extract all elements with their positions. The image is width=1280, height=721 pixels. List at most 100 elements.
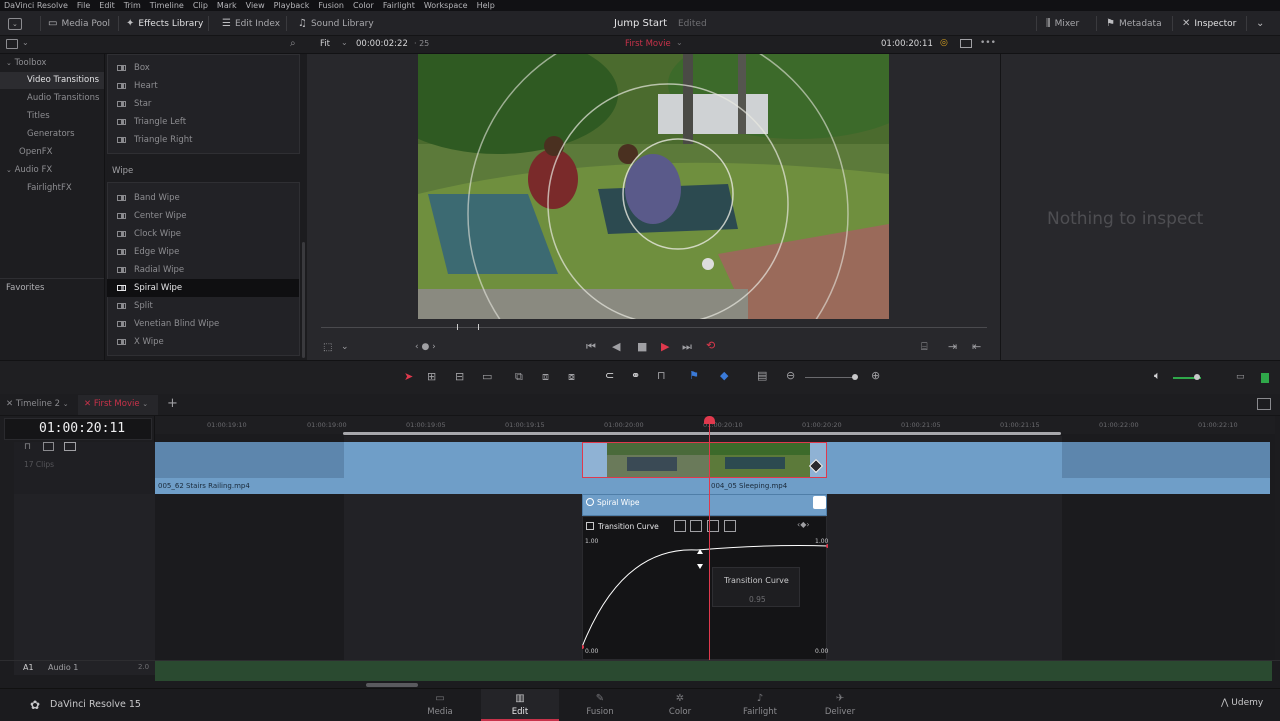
scrub-playhead[interactable]	[457, 324, 479, 330]
zoom-detail-icon[interactable]: ▤	[757, 370, 767, 382]
tree-audio-transitions[interactable]: Audio Transitions	[27, 93, 99, 103]
menu-edit[interactable]: Edit	[99, 1, 115, 10]
menu-file[interactable]: File	[77, 1, 90, 10]
loop-icon[interactable]: ⟲	[706, 340, 715, 352]
inspector-button[interactable]: ✕ Inspector	[1182, 11, 1236, 36]
blade-tool-icon[interactable]: ▭	[482, 371, 492, 383]
chevron-down-icon[interactable]: ⌄	[341, 38, 348, 47]
page-fairlight[interactable]: ♪ Fairlight	[721, 689, 799, 721]
page-deliver[interactable]: ✈ Deliver	[801, 689, 879, 721]
next-edit-icon[interactable]: ⇥	[948, 341, 957, 353]
timeline-name[interactable]: First Movie	[625, 39, 671, 49]
fx-item-triangle-left[interactable]: Triangle Left	[107, 113, 299, 131]
menu-timeline[interactable]: Timeline	[150, 1, 184, 10]
toolbar-options-button[interactable]: ⌄	[1256, 11, 1264, 36]
tree-video-transitions[interactable]: Video Transitions	[27, 75, 99, 85]
jump-start-icon[interactable]: ⏮	[586, 341, 596, 353]
fx-item-band-wipe[interactable]: Band Wipe	[107, 189, 299, 207]
zoom-out-icon[interactable]: ⊖	[786, 370, 795, 382]
more-options-icon[interactable]: •••	[980, 38, 996, 48]
fx-item-heart[interactable]: Heart	[107, 77, 299, 95]
chevron-down-icon[interactable]: ⌄	[341, 341, 349, 353]
flag-icon[interactable]: ⚑	[689, 370, 699, 382]
transition-toggle-icon[interactable]	[586, 498, 594, 506]
selection-tool-icon[interactable]: ➤	[404, 371, 413, 383]
horizontal-scrollbar[interactable]	[366, 683, 418, 687]
menu-workspace[interactable]: Workspace	[424, 1, 468, 10]
edit-index-button[interactable]: ☰ Edit Index	[222, 11, 280, 36]
fx-item-center-wipe[interactable]: Center Wipe	[107, 207, 299, 225]
panel-view-icon[interactable]	[6, 39, 18, 49]
lock-icon[interactable]: ⊓	[657, 370, 666, 382]
media-pool-button[interactable]: ▭ Media Pool	[48, 11, 110, 36]
volume-handle[interactable]	[1194, 374, 1200, 380]
metadata-button[interactable]: ⚑ Metadata	[1106, 11, 1162, 36]
fx-item-split[interactable]: Split	[107, 297, 299, 315]
auto-select-icon[interactable]	[43, 442, 54, 451]
clip-1-name[interactable]: 005_62 Stairs Railing.mp4	[158, 482, 250, 490]
menu-help[interactable]: Help	[477, 1, 495, 10]
fx-item-triangle-right[interactable]: Triangle Right	[107, 131, 299, 149]
link-icon[interactable]: ⚭	[631, 370, 640, 382]
page-media[interactable]: ▭ Media	[401, 689, 479, 721]
effects-scrollbar[interactable]	[302, 242, 305, 358]
page-fusion[interactable]: ✎ Fusion	[561, 689, 639, 721]
menu-mark[interactable]: Mark	[217, 1, 237, 10]
chevron-down-icon[interactable]: ⌄	[676, 38, 683, 47]
dual-viewer-icon[interactable]	[960, 39, 972, 48]
page-edit[interactable]: ▥ Edit	[481, 689, 559, 721]
menu-color[interactable]: Color	[353, 1, 374, 10]
track-visibility-icon[interactable]	[64, 442, 76, 451]
menu-playback[interactable]: Playback	[274, 1, 310, 10]
prev-clip-icon[interactable]: ‹ ● ›	[415, 341, 436, 353]
menu-trim[interactable]: Trim	[124, 1, 141, 10]
insert-clip-icon[interactable]: ⧉	[515, 371, 523, 383]
fx-item-box[interactable]: Box	[107, 59, 299, 77]
lock-icon[interactable]: ⊓	[24, 442, 31, 452]
playhead-line[interactable]	[709, 416, 710, 660]
prev-edit-icon[interactable]: ⇤	[972, 341, 981, 353]
fx-item-x-wipe[interactable]: X Wipe	[107, 333, 299, 351]
tab-timeline-2[interactable]: ✕ Timeline 2 ⌄	[6, 399, 69, 409]
scrub-bar[interactable]	[321, 327, 987, 328]
clip-2-name[interactable]: 004_05 Sleeping.mp4	[711, 482, 787, 490]
toolbox-tree-root[interactable]: ⌄ Toolbox	[6, 58, 46, 68]
volume-icon[interactable]: 🔈︎	[1154, 370, 1161, 382]
audio-track-name[interactable]: Audio 1	[48, 663, 78, 672]
mixer-button[interactable]: ⫼ Mixer	[1046, 11, 1079, 36]
page-color[interactable]: ✲ Color	[641, 689, 719, 721]
fx-item-venetian-blind-wipe[interactable]: Venetian Blind Wipe	[107, 315, 299, 333]
menu-clip[interactable]: Clip	[193, 1, 208, 10]
dim-icon[interactable]: ▭	[1236, 371, 1245, 383]
curve-toggle-icon[interactable]	[813, 496, 826, 509]
viewer-mode-icon[interactable]: ⬚	[323, 342, 332, 354]
tree-fairlightfx[interactable]: FairlightFX	[27, 183, 72, 193]
zoom-fit-select[interactable]: Fit	[320, 39, 330, 49]
marker-icon[interactable]: ◆	[720, 370, 728, 382]
tree-titles[interactable]: Titles	[27, 111, 50, 121]
audio-clip-waveform[interactable]	[155, 661, 1272, 681]
sound-library-button[interactable]: ♫ Sound Library	[298, 11, 374, 36]
tree-audio-fx[interactable]: ⌄ Audio FX	[6, 165, 52, 175]
menu-fairlight[interactable]: Fairlight	[383, 1, 415, 10]
playhead-handle[interactable]	[704, 416, 715, 424]
search-icon[interactable]: ⌕	[290, 38, 296, 49]
fx-item-radial-wipe[interactable]: Radial Wipe	[107, 261, 299, 279]
snapping-icon[interactable]: ⊂	[605, 370, 614, 382]
add-tab-icon[interactable]: +	[167, 396, 178, 411]
tree-generators[interactable]: Generators	[27, 129, 75, 139]
proxy-icon[interactable]: ◎	[940, 38, 948, 48]
stop-icon[interactable]: ■	[637, 341, 647, 353]
fx-item-clock-wipe[interactable]: Clock Wipe	[107, 225, 299, 243]
chevron-down-icon[interactable]: ⌄	[22, 38, 29, 47]
menu-fusion[interactable]: Fusion	[318, 1, 344, 10]
fx-item-star[interactable]: Star	[107, 95, 299, 113]
tree-openfx[interactable]: OpenFX	[19, 147, 52, 157]
play-reverse-icon[interactable]: ◀	[612, 341, 620, 353]
dynamic-trim-icon[interactable]: ⊟	[455, 371, 464, 383]
replace-clip-icon[interactable]: ⧇	[568, 371, 575, 383]
favorites-header[interactable]: Favorites	[6, 283, 44, 293]
overwrite-clip-icon[interactable]: ⧈	[542, 371, 549, 383]
timeline-view-icon[interactable]	[1257, 398, 1271, 410]
menu-app[interactable]: DaVinci Resolve	[4, 1, 68, 10]
